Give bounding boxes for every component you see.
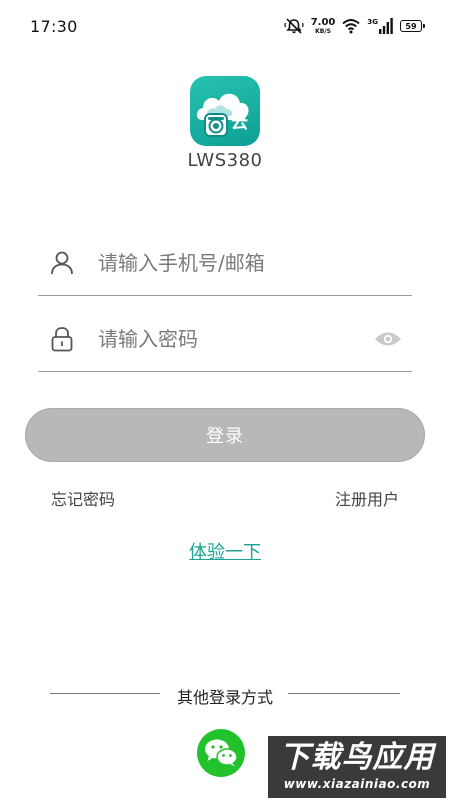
app-logo-text: 云 xyxy=(231,113,248,133)
cloud-camera-icon xyxy=(196,93,249,137)
status-bar: 17:30 7.00 KB/S 3G 59 xyxy=(0,0,450,52)
app-name: LWS380 xyxy=(187,150,263,171)
cellular-signal-icon: 3G xyxy=(367,18,393,34)
register-link[interactable]: 注册用户 xyxy=(335,486,399,510)
status-icons: 7.00 KB/S 3G 59 xyxy=(284,16,425,36)
wechat-login-button[interactable] xyxy=(197,729,245,777)
battery-icon: 59 xyxy=(400,20,425,32)
password-input[interactable] xyxy=(98,322,378,356)
lock-icon xyxy=(51,327,73,352)
net-speed-value: 7.00 xyxy=(310,16,336,28)
user-icon xyxy=(51,251,73,275)
wifi-icon xyxy=(342,19,361,34)
divider-right xyxy=(288,693,400,694)
other-login-label: 其他登录方式 xyxy=(176,688,273,707)
login-button[interactable]: 登录 xyxy=(25,408,425,462)
signal-bars-icon xyxy=(379,18,393,34)
mute-icon xyxy=(284,18,304,34)
login-screen: 17:30 7.00 KB/S 3G 59 云 LWS380 请输入手机号/邮箱… xyxy=(0,0,450,800)
username-input[interactable] xyxy=(98,246,378,280)
watermark-logo-text: 下载鸟应用 xyxy=(279,740,435,775)
watermark-url: www.xiazainiao.com xyxy=(283,777,431,791)
forgot-password-link[interactable]: 忘记密码 xyxy=(51,486,115,510)
try-it-link[interactable]: 体验一下 xyxy=(189,542,261,563)
network-type: 3G xyxy=(367,18,378,26)
wechat-icon xyxy=(205,739,238,767)
watermark: 下载鸟应用 www.xiazainiao.com xyxy=(268,736,446,798)
eye-icon[interactable] xyxy=(374,330,402,348)
battery-level: 59 xyxy=(405,21,417,31)
password-field[interactable] xyxy=(38,312,412,372)
try-it-container: 体验一下 xyxy=(0,538,450,564)
net-speed-unit: KB/S xyxy=(315,27,331,35)
app-logo: 云 xyxy=(190,76,260,146)
status-time: 17:30 xyxy=(30,17,78,36)
net-speed-indicator: 7.00 KB/S xyxy=(310,16,336,35)
username-field[interactable] xyxy=(38,236,412,296)
